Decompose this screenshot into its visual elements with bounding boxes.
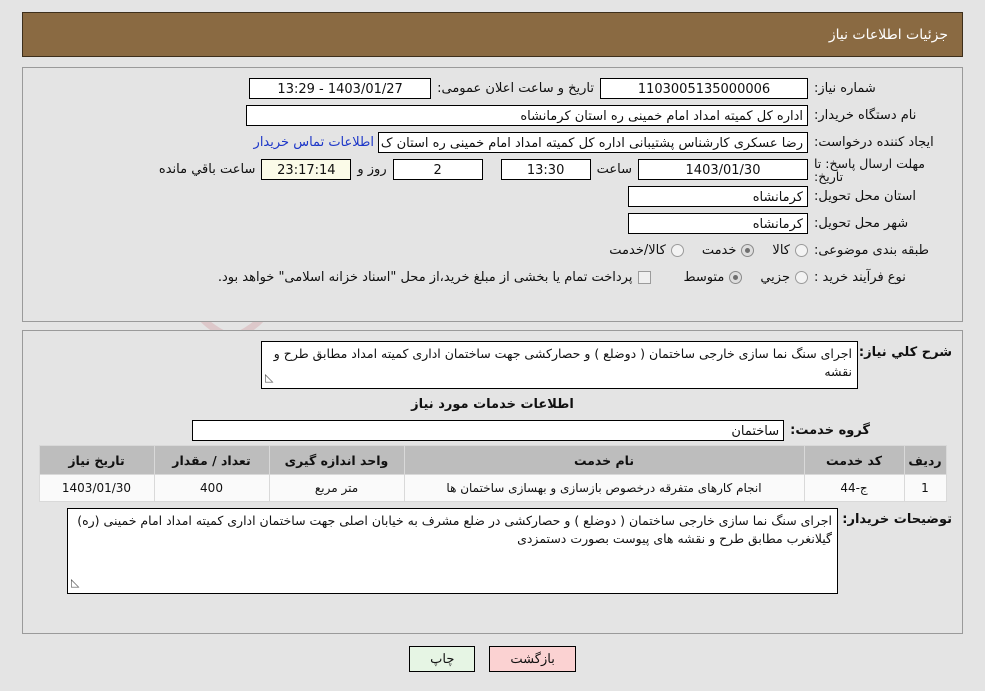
radio-icon[interactable] (729, 271, 743, 284)
city-field[interactable]: کرمانشاه (628, 213, 808, 234)
service-group-field[interactable]: ساختمان (192, 420, 785, 441)
services-table: ردیف کد خدمت نام خدمت واحد اندازه گیری ت… (38, 445, 947, 502)
category-option-kala[interactable]: کالا (772, 243, 808, 258)
creator-label: ایجاد کننده درخواست: (814, 135, 934, 150)
page-root: جزئیات اطلاعات نیاز شماره نیاز: 11030051… (0, 0, 985, 691)
row-description: شرح کلي نیاز: اجرای سنگ نما سازی خارجی س… (33, 341, 952, 389)
row-need-number: شماره نیاز: 1103005135000006 تاریخ و ساع… (33, 76, 952, 101)
description-textarea[interactable]: اجرای سنگ نما سازی خارجی ساختمان ( دوضلع… (261, 341, 858, 389)
row-buyer-org: نام دستگاه خریدار: اداره کل کمیته امداد … (33, 103, 952, 128)
checkbox-icon[interactable] (638, 271, 652, 284)
city-label: شهر محل تحویل: (814, 216, 909, 231)
need-info-panel: شماره نیاز: 1103005135000006 تاریخ و ساع… (22, 67, 963, 322)
need-number-field[interactable]: 1103005135000006 (600, 78, 808, 99)
category-option-label: کالا/خدمت (609, 243, 666, 258)
footer-actions: بازگشت چاپ (22, 646, 963, 672)
treasury-checkbox-label: پرداخت تمام یا بخشی از مبلغ خرید،از محل … (217, 270, 633, 285)
buyer-notes-textarea[interactable]: اجرای سنگ نما سازی خارجی ساختمان ( دوضلع… (67, 508, 838, 594)
row-process: نوع فرآیند خرید : جزیي متوسط پرداخت تمام… (33, 265, 952, 290)
public-announce-label: تاریخ و ساعت اعلان عمومی: (437, 81, 594, 96)
service-group-label: گروه خدمت: (790, 423, 870, 438)
page-title-bar: جزئیات اطلاعات نیاز (22, 12, 963, 57)
cell-need-date: 1403/01/30 (38, 474, 155, 502)
radio-icon[interactable] (795, 244, 808, 257)
col-service-name: نام خدمت (403, 445, 805, 475)
row-deadline: مهلت ارسال پاسخ: تا تاریخ: 1403/01/30 سا… (33, 155, 952, 184)
resize-grip-icon[interactable]: ◿ (71, 574, 79, 592)
category-option-label: کالا (772, 243, 790, 258)
process-option-label: جزیي (760, 270, 790, 285)
category-option-kala-khedmat[interactable]: کالا/خدمت (609, 243, 684, 258)
province-field[interactable]: کرمانشاه (628, 186, 808, 207)
need-number-label: شماره نیاز: (814, 81, 876, 96)
process-option-jozii[interactable]: جزیي (760, 270, 808, 285)
category-label: طبقه بندی موضوعی: (814, 243, 930, 258)
deadline-date-field[interactable]: 1403/01/30 (638, 159, 808, 180)
public-announce-field[interactable]: 1403/01/27 - 13:29 (249, 78, 432, 99)
row-category: طبقه بندی موضوعی: کالا خدمت کالا/خدمت (33, 238, 952, 263)
cell-row-no: 1 (903, 474, 947, 502)
deadline-time-field[interactable]: 13:30 (500, 159, 591, 180)
cell-unit: متر مربع (268, 474, 405, 502)
col-need-date: تاریخ نیاز (38, 445, 155, 475)
cell-quantity: 400 (153, 474, 270, 502)
cell-service-name: انجام کارهای متفرقه درخصوص بازسازی و بهس… (403, 474, 805, 502)
buyer-contact-link[interactable]: اطلاعات تماس خریدار (254, 135, 378, 150)
category-option-label: خدمت (701, 243, 737, 258)
services-section-heading: اطلاعات خدمات مورد نیاز (411, 397, 574, 412)
row-service-group: گروه خدمت: ساختمان (33, 418, 952, 443)
remaining-clock-label: ساعت باقي مانده (158, 162, 256, 177)
remaining-clock-field: 23:17:14 (261, 159, 352, 180)
deadline-time-label: ساعت (596, 162, 632, 177)
buyer-notes-text: اجرای سنگ نما سازی خارجی ساختمان ( دوضلع… (77, 513, 832, 546)
back-button[interactable]: بازگشت (489, 646, 576, 672)
resize-grip-icon[interactable]: ◿ (265, 369, 273, 387)
process-option-label: متوسط (683, 270, 725, 285)
print-button[interactable]: چاپ (409, 646, 476, 672)
treasury-checkbox-wrap[interactable]: پرداخت تمام یا بخشی از مبلغ خرید،از محل … (218, 270, 652, 285)
radio-icon[interactable] (795, 271, 808, 284)
services-panel: شرح کلي نیاز: اجرای سنگ نما سازی خارجی س… (22, 330, 963, 634)
col-unit: واحد اندازه گیری (268, 445, 405, 475)
remaining-days-label: روز و (357, 162, 387, 177)
deadline-label: مهلت ارسال پاسخ: تا تاریخ: (814, 155, 925, 184)
process-radio-group: جزیي متوسط (665, 270, 808, 285)
row-buyer-notes: توضیحات خریدار: اجرای سنگ نما سازی خارجی… (33, 508, 952, 594)
description-label: شرح کلي نیاز: (858, 345, 952, 360)
table-row[interactable]: 1 ج-44 انجام کارهای متفرقه درخصوص بازساز… (38, 474, 947, 502)
cell-service-code: ج-44 (803, 474, 905, 502)
process-label: نوع فرآیند خرید : (814, 270, 906, 285)
row-city: شهر محل تحویل: کرمانشاه (33, 211, 952, 236)
radio-icon[interactable] (741, 244, 755, 257)
description-text: اجرای سنگ نما سازی خارجی ساختمان ( دوضلع… (273, 346, 852, 379)
col-service-code: کد خدمت (803, 445, 905, 475)
radio-icon[interactable] (670, 244, 684, 257)
row-province: استان محل تحویل: کرمانشاه (33, 184, 952, 209)
buyer-notes-label: توضیحات خریدار: (842, 512, 952, 527)
province-label: استان محل تحویل: (814, 189, 916, 204)
page-title: جزئیات اطلاعات نیاز (828, 26, 948, 43)
table-header-row: ردیف کد خدمت نام خدمت واحد اندازه گیری ت… (38, 445, 947, 475)
col-quantity: تعداد / مقدار (153, 445, 270, 475)
buyer-org-label: نام دستگاه خریدار: (814, 108, 917, 123)
creator-field[interactable]: رضا عسکری کارشناس پشتیبانی اداره کل کمیت… (378, 132, 808, 153)
col-row-no: ردیف (903, 445, 947, 475)
remaining-days-field: 2 (392, 159, 483, 180)
category-option-khedmat[interactable]: خدمت (702, 243, 755, 258)
row-creator: ایجاد کننده درخواست: رضا عسکری کارشناس پ… (33, 130, 952, 155)
process-option-motavaset[interactable]: متوسط (683, 270, 743, 285)
category-radio-group: کالا خدمت کالا/خدمت (591, 243, 808, 258)
buyer-org-field[interactable]: اداره کل کمیته امداد امام خمینی ره استان… (246, 105, 808, 126)
